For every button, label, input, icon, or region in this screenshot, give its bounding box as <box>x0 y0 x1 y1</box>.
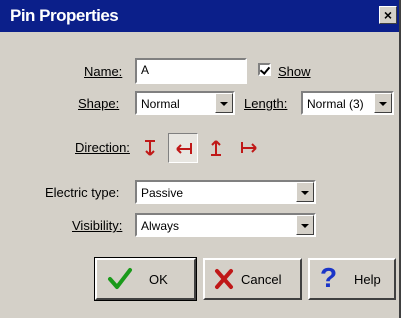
name-label: Name: <box>84 64 123 79</box>
length-dropdown-arrow-icon[interactable] <box>374 93 392 113</box>
window-title: Pin Properties <box>10 6 119 25</box>
pin-up-icon <box>211 140 221 156</box>
direction-label: Direction: <box>75 140 130 155</box>
checkmark-icon <box>108 268 132 289</box>
electric-type-label: Electric type: <box>45 185 119 200</box>
length-label: Length: <box>244 96 288 111</box>
electric-type-dropdown-arrow-icon[interactable] <box>296 182 314 202</box>
length-value: Normal (3) <box>307 97 364 111</box>
ok-button[interactable]: OK <box>94 257 197 301</box>
electric-type-value: Passive <box>141 186 184 200</box>
help-button-label: Help <box>354 272 381 287</box>
electric-type-select[interactable]: Passive <box>135 180 316 204</box>
pin-right-icon <box>241 142 257 153</box>
question-mark-icon: ? <box>320 262 338 293</box>
shape-select[interactable]: Normal <box>135 91 235 115</box>
name-input[interactable]: A <box>135 58 247 84</box>
direction-down-button[interactable] <box>135 133 165 163</box>
close-button[interactable]: × <box>379 6 397 24</box>
help-button[interactable]: ? Help <box>308 258 396 300</box>
pin-left-icon <box>176 143 192 154</box>
direction-up-button[interactable] <box>201 133 231 163</box>
ok-button-label: OK <box>149 272 168 287</box>
cancel-button-label: Cancel <box>241 272 282 287</box>
shape-dropdown-arrow-icon[interactable] <box>215 93 233 113</box>
visibility-label: Visibility: <box>72 218 123 233</box>
shape-value: Normal <box>141 97 180 111</box>
pin-down-icon <box>145 140 155 156</box>
direction-right-button[interactable] <box>234 133 264 163</box>
length-select[interactable]: Normal (3) <box>301 91 394 115</box>
show-checkbox[interactable] <box>258 63 271 76</box>
cross-icon <box>215 269 233 289</box>
direction-left-button[interactable] <box>168 133 198 163</box>
visibility-value: Always <box>141 219 180 233</box>
visibility-dropdown-arrow-icon[interactable] <box>296 215 314 235</box>
electric-type-label-text: Electric type: <box>45 185 120 200</box>
pin-properties-dialog: Pin Properties × Name: A Show Shape: Nor… <box>0 0 401 318</box>
cancel-button[interactable]: Cancel <box>203 258 302 300</box>
show-label: Show <box>278 64 311 79</box>
shape-label: Shape: <box>78 96 120 111</box>
visibility-select[interactable]: Always <box>135 213 316 237</box>
title-bar: Pin Properties × <box>0 0 399 32</box>
